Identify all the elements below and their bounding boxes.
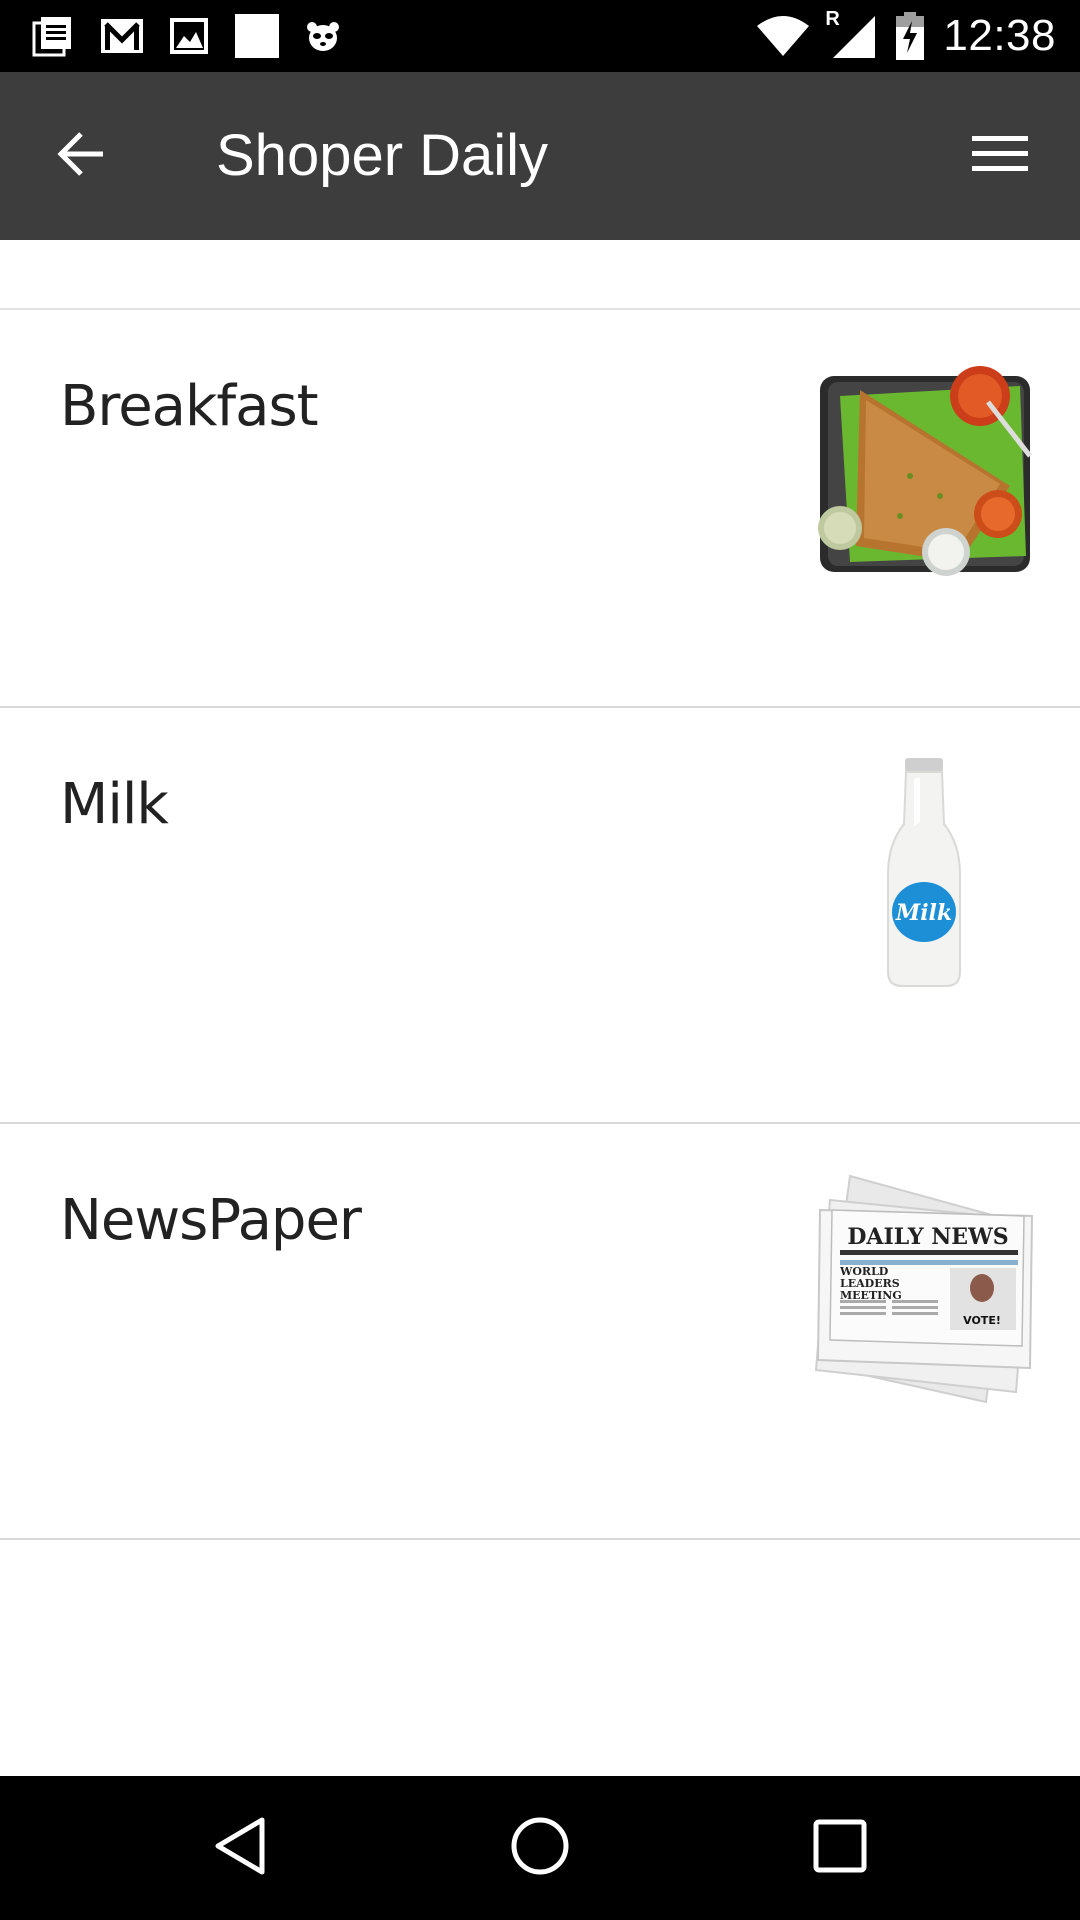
nav-back-button[interactable] (198, 1806, 282, 1890)
home-circle-icon (510, 1816, 570, 1881)
app-bar: Shoper Daily (0, 72, 1080, 240)
list-top-spacer (0, 240, 1080, 310)
dosa-plate-image (810, 356, 1036, 582)
recents-square-icon (813, 1819, 867, 1878)
nav-home-button[interactable] (498, 1806, 582, 1890)
list-item-newspaper[interactable]: NewsPaper DAILY NEWS WORLD LEADERS MEETI… (0, 1124, 1080, 1540)
back-triangle-icon (212, 1816, 268, 1881)
notes-icon (32, 15, 74, 57)
item-label: Milk (60, 772, 169, 837)
network-indicator: R (825, 8, 840, 30)
battery-charging-icon (895, 11, 925, 61)
list-item-breakfast[interactable]: Breakfast (0, 310, 1080, 708)
arrow-back-icon (55, 131, 105, 182)
gmail-icon (100, 18, 144, 54)
system-icons: R 12:38 (755, 8, 1056, 62)
newspaper-stack-image: DAILY NEWS WORLD LEADERS MEETING TODAY! … (810, 1170, 1036, 1404)
newspaper-title: DAILY NEWS (847, 1224, 1008, 1250)
blank-square-icon (234, 13, 280, 59)
signal-icon: R (825, 8, 877, 60)
navigation-bar (0, 1776, 1080, 1920)
hamburger-menu-icon (972, 134, 1028, 179)
gallery-icon (170, 18, 208, 54)
page-title: Shoper Daily (216, 123, 549, 188)
category-list: Breakfast Milk Milk NewsPaper DAILY NEWS… (0, 240, 1080, 1540)
list-item-milk[interactable]: Milk Milk (0, 708, 1080, 1124)
foodpanda-icon (306, 20, 340, 52)
notification-icons (32, 14, 340, 58)
clock: 12:38 (943, 11, 1056, 60)
milk-bottle-image: Milk (810, 754, 1036, 987)
menu-button[interactable] (960, 116, 1040, 196)
item-label: NewsPaper (60, 1188, 362, 1253)
back-button[interactable] (40, 116, 120, 196)
wifi-icon (755, 14, 811, 58)
item-label: Breakfast (60, 374, 319, 439)
newspaper-headline: WORLD LEADERS MEETING TODAY! (840, 1266, 902, 1300)
newspaper-sign: VOTE! (963, 1314, 1001, 1327)
status-bar: R 12:38 (0, 0, 1080, 72)
milk-bottle-label: Milk (895, 900, 952, 926)
nav-recents-button[interactable] (798, 1806, 882, 1890)
